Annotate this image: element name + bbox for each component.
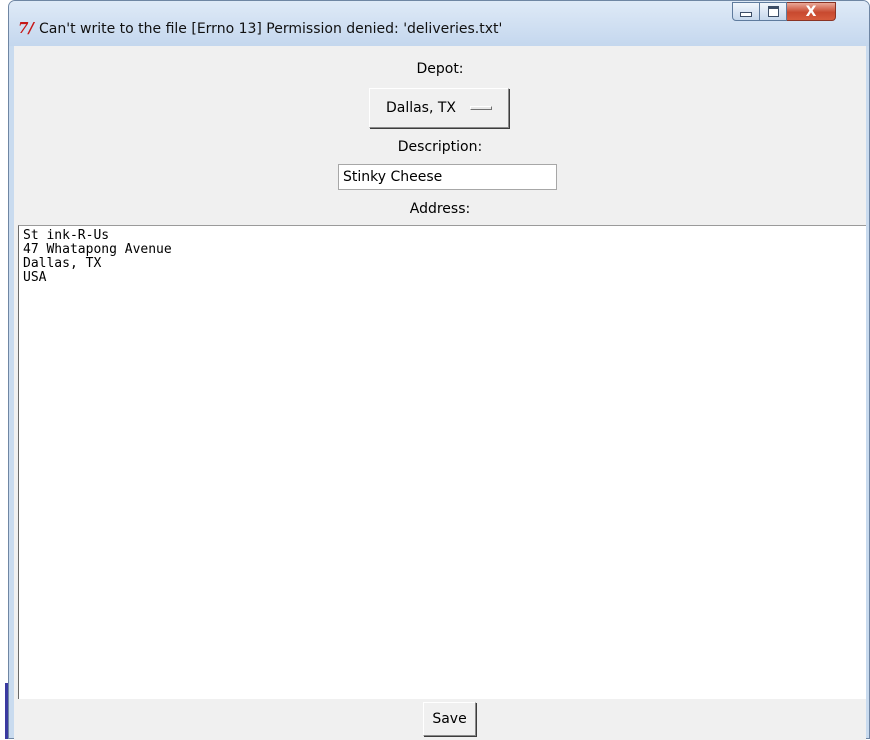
option-menu-indicator-icon — [470, 106, 493, 110]
description-label: Description: — [397, 139, 483, 155]
address-textarea[interactable]: St ink-R-Us 47 Whatapong Avenue Dallas, … — [18, 225, 866, 699]
title-bar[interactable]: 7/ Can't write to the file [Errno 13] Pe… — [9, 1, 869, 46]
app-window: 7/ Can't write to the file [Errno 13] Pe… — [8, 0, 870, 740]
description-input[interactable] — [338, 164, 557, 190]
address-label: Address: — [409, 201, 471, 217]
form-area: Depot: Dallas, TX Description: Address: … — [14, 46, 866, 740]
window-controls: X — [732, 2, 836, 23]
depot-label: Depot: — [416, 61, 464, 77]
close-icon: X — [805, 3, 817, 20]
save-button[interactable]: Save — [423, 702, 476, 736]
maximize-button[interactable] — [760, 2, 787, 21]
close-button[interactable]: X — [787, 2, 836, 21]
minimize-icon — [740, 12, 752, 17]
depot-option-menu[interactable]: Dallas, TX — [369, 88, 509, 128]
depot-selected-value: Dallas, TX — [385, 100, 457, 116]
minimize-button[interactable] — [732, 2, 760, 21]
maximize-icon — [767, 6, 779, 17]
window-title: Can't write to the file [Errno 13] Permi… — [39, 21, 503, 37]
tk-feather-icon: 7/ — [18, 19, 34, 37]
